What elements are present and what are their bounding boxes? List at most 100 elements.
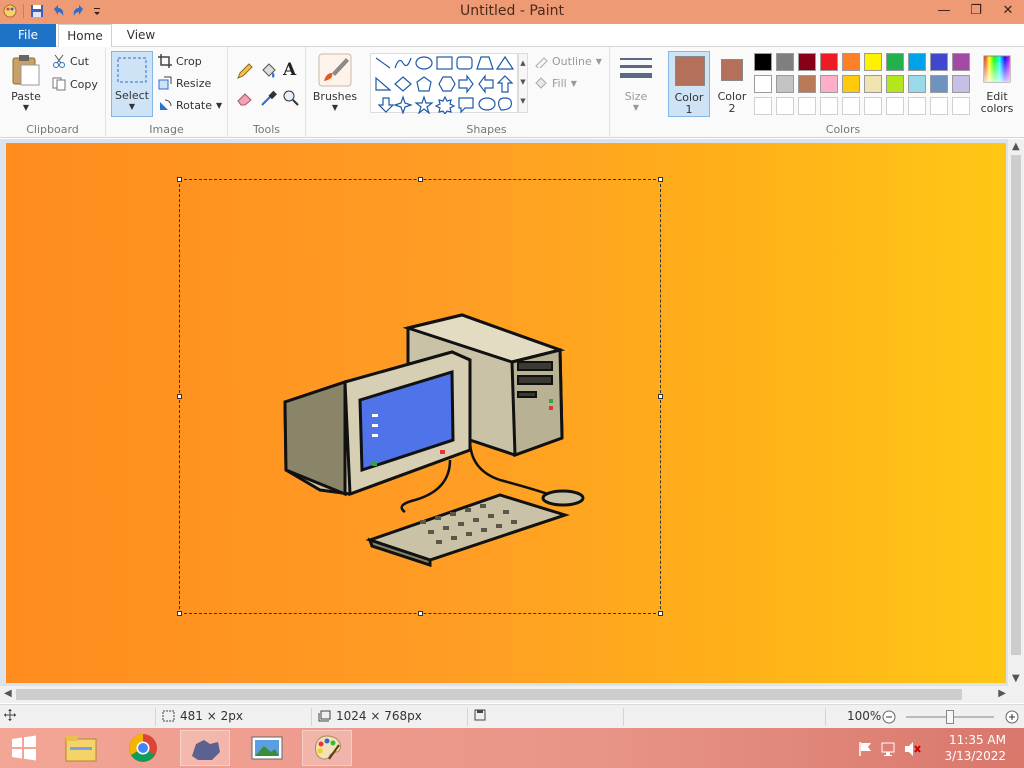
action-center-flag-icon[interactable] — [858, 741, 874, 757]
paste-button[interactable]: Paste ▼ — [6, 51, 46, 117]
color-picker-icon[interactable] — [259, 89, 277, 107]
vertical-scrollbar[interactable]: ▲ ▼ — [1008, 139, 1024, 686]
rotate-button[interactable]: Rotate ▼ — [158, 98, 222, 112]
zoom-in-icon[interactable] — [1005, 710, 1019, 724]
clock-date: 3/13/2022 — [944, 749, 1006, 763]
network-icon[interactable] — [880, 741, 898, 757]
palette-swatch[interactable] — [754, 75, 772, 93]
shapes-group-label: Shapes — [466, 123, 507, 136]
palette-swatch[interactable] — [820, 53, 838, 71]
palette-swatch[interactable] — [798, 53, 816, 71]
horizontal-scrollbar[interactable]: ◀ ▶ — [0, 686, 1008, 703]
taskbar-file-explorer[interactable] — [56, 730, 106, 766]
tab-view[interactable]: View — [117, 24, 165, 47]
palette-swatch[interactable] — [864, 75, 882, 93]
scroll-up-icon[interactable]: ▲ — [1012, 141, 1020, 152]
magnifier-icon[interactable] — [282, 89, 300, 107]
selection-size-readout: 481 × 2px — [162, 709, 243, 723]
edit-colors-button[interactable]: Edit colors — [974, 51, 1020, 117]
cut-button[interactable]: Cut — [52, 54, 89, 68]
taskbar-chrome[interactable] — [118, 730, 168, 766]
zoom-out-icon[interactable] — [882, 710, 896, 724]
palette-swatch[interactable] — [930, 97, 948, 115]
palette-swatch[interactable] — [952, 53, 970, 71]
fill-icon[interactable] — [259, 62, 277, 80]
crop-button[interactable]: Crop — [158, 54, 202, 68]
close-button[interactable]: ✕ — [992, 0, 1024, 22]
palette-swatch[interactable] — [798, 97, 816, 115]
selection-handle[interactable] — [658, 177, 663, 182]
app-blob-icon — [192, 740, 220, 760]
minimize-button[interactable]: — — [928, 0, 960, 22]
selection-handle[interactable] — [177, 394, 182, 399]
taskbar-photos[interactable] — [242, 730, 292, 766]
palette-swatch[interactable] — [776, 97, 794, 115]
text-icon[interactable]: A — [283, 60, 296, 80]
taskbar-paint[interactable] — [302, 730, 352, 766]
colors-group-label: Colors — [825, 123, 861, 136]
selection-handle[interactable] — [177, 177, 182, 182]
eraser-icon[interactable] — [236, 89, 254, 107]
selection-handle[interactable] — [177, 611, 182, 616]
palette-swatch[interactable] — [754, 53, 772, 71]
palette-swatch[interactable] — [930, 75, 948, 93]
tab-file[interactable]: File — [0, 24, 56, 47]
selection-handle[interactable] — [418, 177, 423, 182]
rotate-label: Rotate — [176, 98, 213, 112]
tab-home[interactable]: Home — [58, 24, 112, 48]
outline-button[interactable]: Outline ▼ — [534, 54, 602, 68]
zoom-slider-thumb[interactable] — [946, 710, 954, 724]
palette-swatch[interactable] — [908, 75, 926, 93]
fill-button[interactable]: Fill ▼ — [534, 76, 577, 90]
palette-swatch[interactable] — [842, 53, 860, 71]
horizontal-scroll-thumb[interactable] — [16, 689, 962, 700]
palette-swatch[interactable] — [864, 97, 882, 115]
palette-swatch[interactable] — [820, 97, 838, 115]
palette-swatch[interactable] — [798, 75, 816, 93]
selection-handle[interactable] — [658, 394, 663, 399]
palette-swatch[interactable] — [886, 97, 904, 115]
palette-swatch[interactable] — [842, 97, 860, 115]
selection-handle[interactable] — [658, 611, 663, 616]
palette-swatch[interactable] — [842, 75, 860, 93]
pencil-icon[interactable] — [236, 62, 254, 80]
palette-swatch[interactable] — [886, 75, 904, 93]
palette-swatch[interactable] — [864, 53, 882, 71]
palette-swatch[interactable] — [776, 75, 794, 93]
palette-swatch[interactable] — [908, 53, 926, 71]
taskbar-app-shape[interactable] — [180, 730, 230, 766]
select-button[interactable]: Select ▼ — [111, 51, 153, 117]
image-size-icon — [318, 710, 331, 722]
shapes-gallery[interactable] — [370, 53, 518, 116]
copy-button[interactable]: Copy — [52, 77, 98, 91]
color2-button[interactable]: Color 2 — [712, 51, 752, 117]
palette-swatch[interactable] — [886, 53, 904, 71]
paste-dropdown-icon: ▼ — [22, 103, 30, 112]
palette-swatch[interactable] — [952, 75, 970, 93]
volume-muted-icon[interactable] — [904, 741, 922, 757]
tools-group-label: Tools — [252, 123, 281, 136]
taskbar-clock[interactable]: 11:35 AM 3/13/2022 — [944, 732, 1006, 764]
restore-button[interactable]: ❐ — [960, 0, 992, 22]
vertical-scroll-thumb[interactable] — [1011, 155, 1021, 655]
brush-icon — [318, 53, 352, 87]
selection-handle[interactable] — [418, 611, 423, 616]
size-button[interactable]: Size ▼ — [616, 51, 656, 117]
selection-rectangle[interactable] — [177, 177, 663, 616]
shapes-scroll[interactable]: ▲ ▼ ▼ — [518, 53, 528, 113]
palette-swatch[interactable] — [820, 75, 838, 93]
palette-swatch[interactable] — [776, 53, 794, 71]
scroll-right-icon[interactable]: ▶ — [998, 688, 1006, 699]
resize-button[interactable]: Resize — [158, 76, 211, 90]
palette-swatch[interactable] — [908, 97, 926, 115]
palette-swatch[interactable] — [754, 97, 772, 115]
scroll-down-icon[interactable]: ▼ — [1012, 673, 1020, 684]
rotate-icon — [160, 99, 172, 110]
color1-button[interactable]: Color 1 — [668, 51, 710, 117]
start-button[interactable] — [0, 730, 48, 766]
scroll-left-icon[interactable]: ◀ — [4, 688, 12, 699]
brushes-button[interactable]: Brushes ▼ — [312, 51, 358, 117]
color1-swatch — [675, 56, 705, 86]
palette-swatch[interactable] — [952, 97, 970, 115]
palette-swatch[interactable] — [930, 53, 948, 71]
